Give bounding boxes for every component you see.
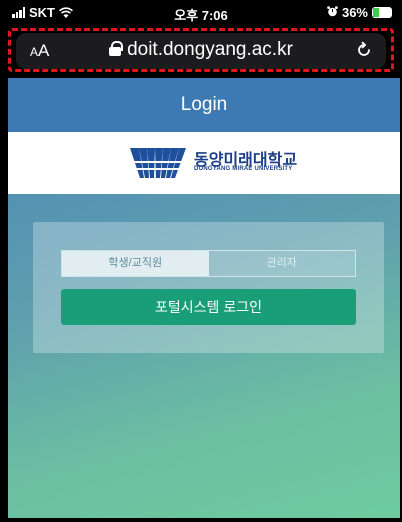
url-field[interactable]: doit.dongyang.ac.kr [16,39,386,61]
university-name-en: DONGYANG MIRAE UNIVERSITY [194,166,293,172]
page-title: Login [8,78,400,132]
battery-percent: 36% [341,5,368,20]
phone-screen: SKT 오후 7:06 36% AA doit.dongyang.ac.kr L… [0,0,402,522]
address-bar[interactable]: AA doit.dongyang.ac.kr [16,33,386,69]
status-bar: SKT 오후 7:06 36% [0,0,402,26]
reload-icon[interactable] [354,40,374,60]
lock-icon [109,41,124,56]
battery-icon [372,7,392,18]
tab-student-staff[interactable]: 학생/교직원 [62,251,209,276]
portal-login-button[interactable]: 포털시스템 로그인 [61,289,356,325]
web-viewport: Login 동양미래대학교 DONGYANG MIRAE UNIVERSITY [8,78,400,518]
login-panel: 학생/교직원 관리자 포털시스템 로그인 [33,222,384,353]
url-text: doit.dongyang.ac.kr [127,39,293,60]
login-type-tabs: 학생/교직원 관리자 [61,250,356,277]
battery-fill [373,8,380,17]
status-right: 36% [327,5,392,20]
university-logo-band: 동양미래대학교 DONGYANG MIRAE UNIVERSITY [8,132,400,194]
university-logo-icon [130,148,186,178]
alarm-icon [327,5,338,20]
tab-admin[interactable]: 관리자 [208,251,355,276]
